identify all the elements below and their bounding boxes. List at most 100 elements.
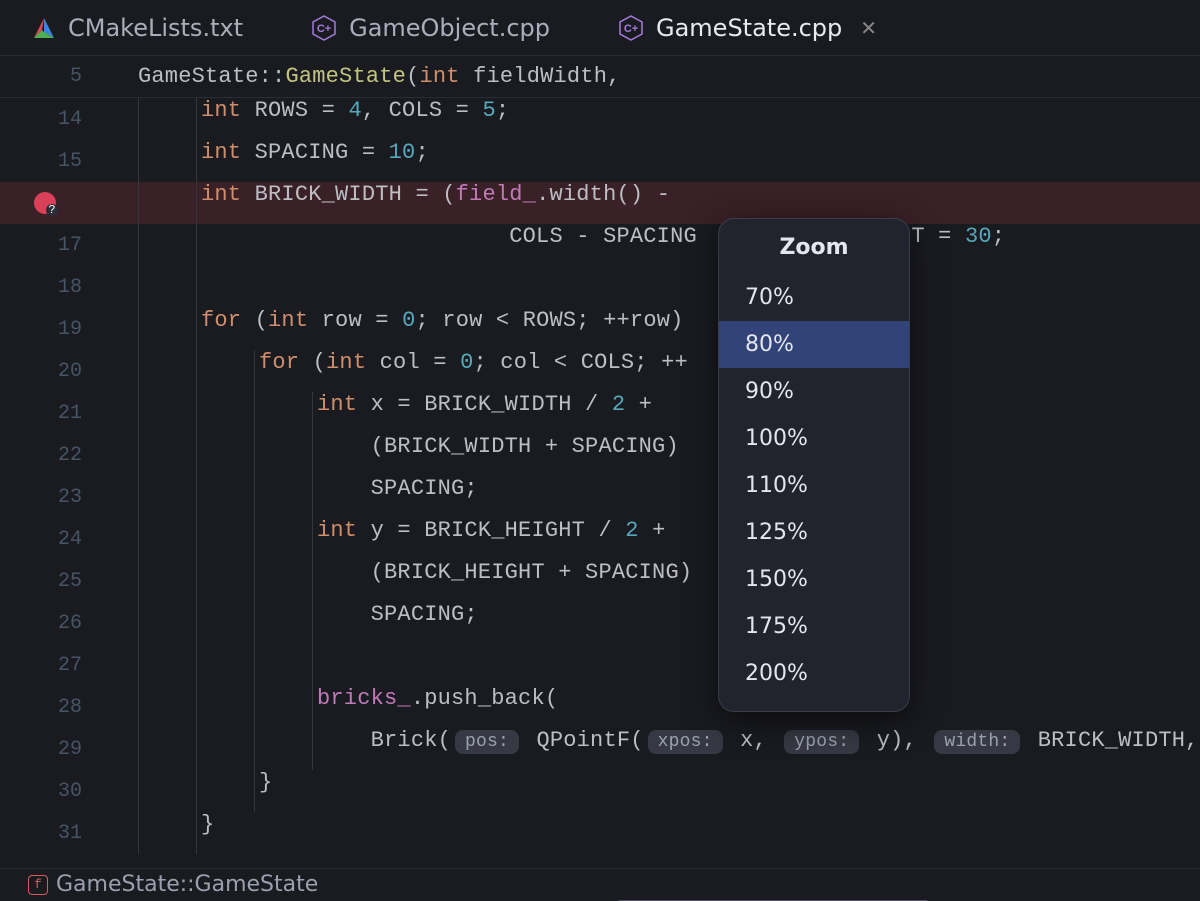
line-number[interactable]: 24: [0, 528, 110, 551]
indent-guide: [138, 140, 196, 182]
svg-text:C+: C+: [317, 23, 331, 35]
line-number[interactable]: 18: [0, 276, 110, 299]
indent-guide: [254, 686, 312, 728]
sticky-scroll-line[interactable]: 5 GameState::GameState(int fieldWidth,: [0, 56, 1200, 98]
indent-guide: [138, 434, 196, 476]
cmake-icon: [32, 16, 56, 40]
zoom-option[interactable]: 80%: [719, 321, 909, 368]
indent-guide: [196, 392, 254, 434]
code-content: [197, 266, 201, 308]
indent-guide: [138, 560, 196, 602]
code-line[interactable]: 21 int x = BRICK_WIDTH / 2 +: [0, 392, 1200, 434]
line-number[interactable]: 19: [0, 318, 110, 341]
tab-gamestate[interactable]: C+ GameState.cpp ✕: [614, 0, 881, 55]
tab-label: GameState.cpp: [656, 14, 842, 42]
code-content: for (int col = 0; col < COLS; ++: [255, 350, 688, 392]
line-number[interactable]: 21: [0, 402, 110, 425]
line-number[interactable]: 20: [0, 360, 110, 383]
indent-guide: [254, 518, 312, 560]
indent-guide: [254, 602, 312, 644]
tab-cmakelists[interactable]: CMakeLists.txt: [28, 0, 247, 55]
indent-guide: [196, 728, 254, 770]
code-line[interactable]: 27: [0, 644, 1200, 686]
code-line[interactable]: 26 SPACING;: [0, 602, 1200, 644]
breadcrumb[interactable]: f GameState::GameState: [0, 868, 1200, 900]
indent-guide: [196, 434, 254, 476]
zoom-option[interactable]: 175%: [719, 603, 909, 650]
line-number[interactable]: 17: [0, 234, 110, 257]
code-line[interactable]: 18: [0, 266, 1200, 308]
indent-guide: [138, 518, 196, 560]
code-line[interactable]: 31}: [0, 812, 1200, 854]
function-icon: f: [28, 875, 48, 895]
line-number[interactable]: 29: [0, 738, 110, 761]
code-line[interactable]: 22 (BRICK_WIDTH + SPACING): [0, 434, 1200, 476]
indent-guide: [254, 392, 312, 434]
line-number[interactable]: 25: [0, 570, 110, 593]
breadcrumb-text: GameState::GameState: [56, 872, 318, 897]
code-line[interactable]: 30}: [0, 770, 1200, 812]
line-number: 5: [0, 65, 110, 88]
indent-guide: [138, 770, 196, 812]
indent-guide: [138, 224, 196, 266]
svg-text:C+: C+: [624, 23, 638, 35]
indent-guide: [254, 728, 312, 770]
line-number[interactable]: 28: [0, 696, 110, 719]
indent-guide: [138, 308, 196, 350]
inlay-hint: xpos:: [648, 730, 723, 754]
code-line[interactable]: 20 for (int col = 0; col < COLS; ++: [0, 350, 1200, 392]
code-line[interactable]: 29 Brick(pos: QPointF(xpos: x, ypos: y),…: [0, 728, 1200, 770]
zoom-option[interactable]: 125%: [719, 509, 909, 556]
zoom-option[interactable]: 90%: [719, 368, 909, 415]
code-line[interactable]: 14int ROWS = 4, COLS = 5;: [0, 98, 1200, 140]
line-number[interactable]: 30: [0, 780, 110, 803]
indent-guide: [196, 476, 254, 518]
code-line[interactable]: int BRICK_WIDTH = (field_.width() -: [0, 182, 1200, 224]
zoom-option[interactable]: 200%: [719, 650, 909, 697]
code-content: }: [197, 812, 214, 854]
line-number[interactable]: 14: [0, 108, 110, 131]
code-content: bricks_.push_back(: [313, 686, 558, 728]
code-line[interactable]: 24int y = BRICK_HEIGHT / 2 +: [0, 518, 1200, 560]
code-content: }: [255, 770, 272, 812]
code-content: int x = BRICK_WIDTH / 2 +: [313, 392, 652, 434]
zoom-popup: Zoom 70%80%90%100%110%125%150%175%200%: [718, 218, 910, 712]
zoom-option[interactable]: 70%: [719, 274, 909, 321]
indent-guide: [138, 812, 196, 854]
line-number[interactable]: 23: [0, 486, 110, 509]
indent-guide: [138, 350, 196, 392]
code-line[interactable]: 15 int SPACING = 10;: [0, 140, 1200, 182]
line-number[interactable]: 31: [0, 822, 110, 845]
indent-guide: [196, 686, 254, 728]
tab-gameobject[interactable]: C+ GameObject.cpp: [307, 0, 554, 55]
indent-guide: [254, 476, 312, 518]
indent-guide: [254, 644, 312, 686]
indent-guide: [138, 476, 196, 518]
code-content: SPACING;: [313, 476, 478, 518]
code-content: [313, 644, 317, 686]
code-content: int SPACING = 10;: [197, 140, 429, 182]
code-line[interactable]: 17 COLS - SPACING T = 30;: [0, 224, 1200, 266]
line-number[interactable]: 26: [0, 612, 110, 635]
code-content: int BRICK_WIDTH = (field_.width() -: [197, 182, 684, 224]
code-line[interactable]: 23 SPACING;: [0, 476, 1200, 518]
indent-guide: [254, 560, 312, 602]
close-icon[interactable]: ✕: [860, 16, 877, 40]
code-content: GameState::GameState(int fieldWidth,: [110, 64, 621, 89]
line-number[interactable]: 27: [0, 654, 110, 677]
code-editor[interactable]: 5 GameState::GameState(int fieldWidth, 1…: [0, 56, 1200, 876]
indent-guide: [138, 686, 196, 728]
code-line[interactable]: 25 (BRICK_HEIGHT + SPACING): [0, 560, 1200, 602]
code-line[interactable]: 28 bricks_.push_back(: [0, 686, 1200, 728]
code-line[interactable]: 19for (int row = 0; row < ROWS; ++row): [0, 308, 1200, 350]
indent-guide: [138, 602, 196, 644]
indent-guide: [196, 350, 254, 392]
zoom-option[interactable]: 150%: [719, 556, 909, 603]
breakpoint-icon[interactable]: [34, 192, 56, 214]
zoom-option[interactable]: 100%: [719, 415, 909, 462]
line-number[interactable]: 22: [0, 444, 110, 467]
line-number[interactable]: 15: [0, 150, 110, 173]
cpp-icon: C+: [618, 15, 644, 41]
indent-guide: [196, 644, 254, 686]
zoom-option[interactable]: 110%: [719, 462, 909, 509]
